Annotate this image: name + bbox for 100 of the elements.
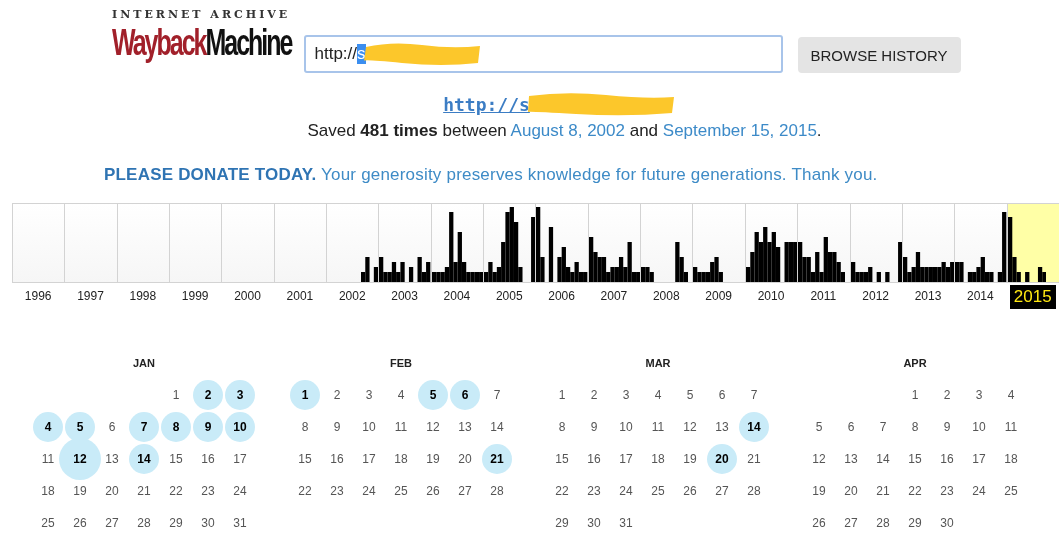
- calendar-day: 17: [362, 452, 376, 466]
- calendar-day: 1: [911, 388, 919, 402]
- capture-bars-drawing: [1007, 217, 1047, 282]
- year-histogram-column[interactable]: [326, 203, 379, 283]
- captured-day[interactable]: 1: [290, 380, 320, 410]
- year-label[interactable]: 2003: [391, 289, 418, 303]
- captured-day[interactable]: 8: [161, 412, 191, 442]
- captured-day[interactable]: 14: [739, 412, 769, 442]
- captured-day[interactable]: 14: [129, 444, 159, 474]
- calendar-day: 3: [622, 388, 630, 402]
- captured-day[interactable]: 10: [225, 412, 255, 442]
- site-url-link[interactable]: http://s: [443, 93, 530, 115]
- capture-bars-drawing: [745, 227, 798, 282]
- year-histogram-column[interactable]: [849, 203, 902, 283]
- calendar-day: 3: [975, 388, 983, 402]
- year-label[interactable]: 2006: [548, 289, 575, 303]
- calendar-day: 27: [458, 484, 472, 498]
- year-label[interactable]: 1998: [129, 289, 157, 303]
- calendar-day: 29: [555, 516, 569, 530]
- calendar-day: 31: [233, 516, 247, 530]
- year-label[interactable]: 2005: [495, 289, 523, 303]
- calendar-day: 29: [908, 516, 922, 530]
- calendar-day: 12: [683, 420, 697, 434]
- captured-day[interactable]: 21: [482, 444, 512, 474]
- year-label[interactable]: 2008: [652, 289, 680, 303]
- calendar-day: 25: [651, 484, 665, 498]
- calendar-day: 1: [172, 388, 180, 402]
- calendar-day: 24: [233, 484, 247, 498]
- year-histogram-column[interactable]: [587, 203, 641, 283]
- donate-message[interactable]: PLEASE DONATE TODAY. Your generosity preserves knowledge for future generations. Thank you.: [104, 165, 1059, 185]
- logo-wayback: Wayback: [112, 23, 206, 65]
- calendar-day: 13: [844, 452, 858, 466]
- captured-day[interactable]: 5: [418, 380, 448, 410]
- year-label[interactable]: 1996: [24, 289, 52, 303]
- calendar-day: 5: [686, 388, 694, 402]
- calendar-day: 13: [715, 420, 729, 434]
- calendar-day: 2: [590, 388, 598, 402]
- date-link[interactable]: August 8, 2002: [510, 121, 625, 140]
- month-title: JAN: [132, 357, 156, 371]
- year-label[interactable]: 2015: [1009, 285, 1056, 309]
- calendar-day: 14: [490, 420, 504, 434]
- calendar-day: 28: [876, 516, 890, 530]
- calendar-day: 25: [1004, 484, 1018, 498]
- captured-day[interactable]: 9: [193, 412, 223, 442]
- year-label[interactable]: 2001: [286, 289, 314, 303]
- calendar-day: 18: [41, 484, 55, 498]
- year-histogram-column[interactable]: [744, 203, 798, 283]
- capture-bars-drawing: [850, 242, 902, 282]
- capture-bars-drawing: [798, 237, 846, 282]
- year-label[interactable]: 2000: [234, 289, 261, 303]
- logo-machine: Machine: [205, 23, 292, 65]
- year-histogram-column[interactable]: [954, 203, 1007, 283]
- calendar-day: 20: [105, 484, 119, 498]
- calendar-day: 11: [394, 420, 408, 434]
- month-title: MAR: [644, 357, 672, 371]
- captured-day[interactable]: 5: [65, 412, 95, 442]
- wayback-logo[interactable]: INTERNET ARCHIVE WaybackMachine: [112, 8, 292, 63]
- year-label[interactable]: 2007: [600, 289, 628, 303]
- captured-day[interactable]: 6: [450, 380, 480, 410]
- year-histogram-column[interactable]: [797, 203, 850, 283]
- captured-day[interactable]: 7: [129, 412, 159, 442]
- captured-day[interactable]: 12: [59, 438, 101, 480]
- calendar-day: 22: [908, 484, 922, 498]
- year-label[interactable]: 2012: [862, 289, 889, 303]
- captured-day[interactable]: 3: [225, 380, 255, 410]
- logo-subtitle: INTERNET ARCHIVE: [112, 8, 292, 21]
- year-histogram-column[interactable]: [901, 203, 955, 283]
- calendar-day: 9: [333, 420, 341, 434]
- year-histogram-column[interactable]: [430, 203, 484, 283]
- year-label[interactable]: 2011: [810, 289, 837, 303]
- year-label[interactable]: 2014: [967, 289, 994, 303]
- calendar-day: 27: [715, 484, 729, 498]
- year-histogram-column[interactable]: [378, 203, 431, 283]
- captured-day[interactable]: 2: [193, 380, 223, 410]
- calendar-day: 4: [397, 388, 405, 402]
- calendar-day: 15: [169, 452, 183, 466]
- year-label[interactable]: 1997: [77, 289, 104, 303]
- calendar-day: 10: [619, 420, 633, 434]
- calendar-day: 30: [940, 516, 954, 530]
- calendar-day: 27: [844, 516, 858, 530]
- year-histogram-column[interactable]: [640, 203, 693, 283]
- year-label[interactable]: 2009: [705, 289, 732, 303]
- calendar-day: 29: [169, 516, 183, 530]
- year-histogram-column[interactable]: [692, 203, 745, 283]
- browse-history-button[interactable]: BROWSE HISTORY: [797, 37, 961, 73]
- calendar-day: 23: [587, 484, 601, 498]
- calendar-day: 24: [972, 484, 986, 498]
- calendar-day: 15: [298, 452, 312, 466]
- year-label[interactable]: 2004: [443, 289, 471, 303]
- calendar-day: 28: [490, 484, 504, 498]
- year-label[interactable]: 2002: [338, 289, 366, 303]
- date-link[interactable]: September 15, 2015: [662, 121, 817, 140]
- year-label[interactable]: 2013: [914, 289, 942, 303]
- captured-day[interactable]: 4: [33, 412, 63, 442]
- year-label[interactable]: 1999: [181, 289, 209, 303]
- year-label[interactable]: 2010: [757, 289, 785, 303]
- captured-day[interactable]: 20: [707, 444, 737, 474]
- calendar-day: 6: [108, 420, 116, 434]
- calendar-day: 11: [1004, 420, 1018, 434]
- year-histogram-column[interactable]: [1006, 203, 1059, 283]
